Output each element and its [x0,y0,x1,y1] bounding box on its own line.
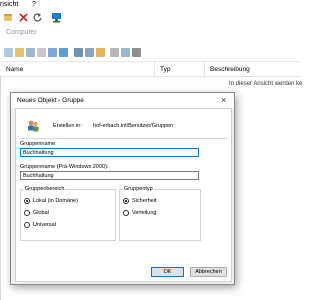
properties-icon[interactable] [37,48,46,57]
list-column-header: Name Typ Beschreibung [0,62,300,77]
filter-icon[interactable] [110,48,119,57]
new-group-icon[interactable] [85,48,94,57]
dialog-title: Neues Objekt - Gruppe [17,97,84,104]
group-type-title: Gruppentyp [123,186,154,192]
menu-item-help[interactable]: ? [32,0,36,9]
empty-view-message: In dieser Ansicht werden ke [229,81,303,87]
help-icon[interactable] [59,48,68,57]
view-icon[interactable] [4,48,13,57]
scope-local-radio[interactable] [24,198,30,204]
folder-icon[interactable] [15,48,24,57]
new-user-icon[interactable] [74,48,83,57]
group-name-label: Gruppenname: [20,141,57,147]
dialog-panel: Erstellen in: hof-erbach.int/Benutzer/Gr… [15,108,232,282]
add-to-group-icon[interactable] [132,48,141,57]
cancel-button[interactable]: Abbrechen [190,267,227,277]
column-divider[interactable] [204,62,205,76]
delete-icon[interactable] [18,12,29,23]
menu-bar: nsicht ? [0,0,300,9]
menu-item-ansicht[interactable]: nsicht [0,0,18,9]
scope-local-label[interactable]: Lokal (in Domäne) [33,198,78,204]
type-distribution-label[interactable]: Verteilung [132,210,156,216]
scope-global-label[interactable]: Global [33,210,49,216]
created-in-label: Erstellen in: [53,123,82,129]
navigation-toolbar [0,9,300,27]
scope-universal-radio[interactable] [24,222,30,228]
created-in-path: hof-erbach.int/Benutzer/Gruppen [93,123,174,129]
export-icon[interactable] [48,48,57,57]
list-icon[interactable] [26,48,35,57]
group-scope-title: Gruppenbereich [24,186,66,192]
type-distribution-radio[interactable] [123,210,129,216]
refresh-icon[interactable] [32,12,43,23]
separator [20,138,227,139]
column-description[interactable]: Beschreibung [210,66,250,73]
column-divider[interactable] [154,62,155,76]
scope-global-radio[interactable] [24,210,30,216]
find-icon[interactable] [121,48,130,57]
group-name-pre2000-input[interactable]: Buchhaltung [20,171,199,180]
forward-icon[interactable] [3,12,14,23]
group-name-pre2000-label: Gruppenname (Prä-Windows 2000): [20,164,109,170]
breadcrumb-bar: Computer [0,26,300,43]
action-toolbar [0,43,300,62]
group-name-input[interactable]: Buchhaltung [20,148,199,157]
column-type[interactable]: Typ [160,66,170,73]
ok-button[interactable]: OK [151,267,184,277]
close-icon[interactable]: × [221,95,226,105]
column-name[interactable]: Name [6,66,23,73]
new-ou-icon[interactable] [96,48,105,57]
group-icon [26,119,40,133]
breadcrumb[interactable]: Computer [6,29,37,36]
type-security-label[interactable]: Sicherheit [132,198,156,204]
dialog-titlebar[interactable]: Neues Objekt - Gruppe × [11,93,234,108]
computer-icon[interactable] [51,12,62,23]
new-group-dialog: Neues Objekt - Gruppe × Erstellen in: ho… [10,92,235,285]
scope-universal-label[interactable]: Universal [33,222,56,228]
tree-pane-edge [0,76,1,300]
type-security-radio[interactable] [123,198,129,204]
